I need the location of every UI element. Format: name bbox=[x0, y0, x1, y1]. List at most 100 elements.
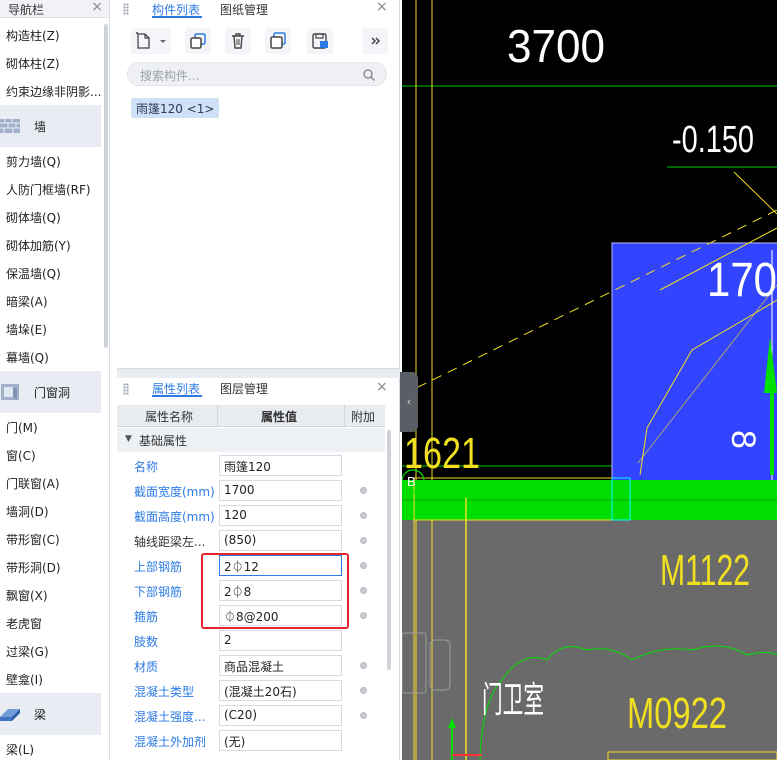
close-icon[interactable]: × bbox=[376, 0, 388, 15]
property-row: 轴线距梁左... (850) bbox=[117, 528, 385, 553]
search-input[interactable]: 搜索构件... bbox=[127, 62, 387, 86]
search-icon[interactable] bbox=[362, 68, 376, 82]
nav-item[interactable]: 墙垛(E) bbox=[6, 321, 106, 338]
new-component-button[interactable] bbox=[131, 28, 171, 54]
beam-icon bbox=[0, 709, 20, 721]
property-value-field[interactable]: (C20) bbox=[219, 705, 342, 726]
chevron-double-right-icon bbox=[371, 37, 381, 45]
property-value-field[interactable]: (混凝土20石) bbox=[219, 680, 342, 701]
drag-handle-icon[interactable] bbox=[123, 3, 129, 15]
layers-copy-icon bbox=[270, 32, 286, 49]
nav-item[interactable]: 保温墙(Q) bbox=[6, 265, 106, 282]
nav-scrollbar[interactable] bbox=[104, 24, 108, 348]
property-value: 1700 bbox=[224, 483, 255, 497]
property-value-field[interactable]: (无) bbox=[219, 730, 342, 751]
extra-checkbox[interactable] bbox=[360, 612, 367, 619]
door-label-m0922: M0922 bbox=[627, 689, 727, 738]
nav-item[interactable]: 砌体柱(Z) bbox=[6, 55, 106, 72]
nav-item[interactable]: 剪力墙(Q) bbox=[6, 153, 106, 170]
property-row: 混凝土强度... (C20) bbox=[117, 703, 385, 728]
nav-item[interactable]: 砌体加筋(Y) bbox=[6, 237, 106, 254]
extra-checkbox[interactable] bbox=[360, 487, 367, 494]
close-icon[interactable]: × bbox=[376, 379, 388, 395]
drawing-canvas[interactable]: 3700 -0.150 170 8 1621 B M1122 M0922 门卫室 bbox=[402, 0, 777, 760]
nav-category-beam[interactable]: 梁 bbox=[0, 693, 101, 735]
property-name: 肢数 bbox=[134, 635, 159, 649]
tab-property-list[interactable]: 属性列表 bbox=[152, 379, 202, 397]
nav-item[interactable]: 砌体墙(Q) bbox=[6, 209, 106, 226]
nav-item[interactable]: 梁(L) bbox=[6, 741, 106, 758]
component-panel: 构件列表 图纸管理 × 搜索构件... 雨篷120 <1> 属性列表 图层管理 … bbox=[117, 0, 400, 760]
property-value: 商品混凝土 bbox=[224, 660, 285, 674]
extra-checkbox[interactable] bbox=[360, 662, 367, 669]
collapse-triangle-icon[interactable]: ▼ bbox=[125, 434, 132, 444]
save-component-button[interactable] bbox=[307, 28, 333, 54]
dim-text-8: 8 bbox=[724, 430, 762, 449]
nav-item[interactable]: 门联窗(A) bbox=[6, 475, 106, 492]
search-placeholder: 搜索构件... bbox=[140, 69, 200, 83]
axis-label-b: B bbox=[407, 474, 416, 489]
extra-checkbox[interactable] bbox=[360, 562, 367, 569]
nav-item[interactable]: 人防门框墙(RF) bbox=[6, 181, 106, 198]
nav-item[interactable]: 飘窗(X) bbox=[6, 587, 106, 604]
property-row: 截面宽度(mm) 1700 bbox=[117, 478, 385, 503]
nav-item[interactable]: 墙洞(D) bbox=[6, 503, 106, 520]
extra-checkbox[interactable] bbox=[360, 512, 367, 519]
nav-item[interactable]: 幕墙(Q) bbox=[6, 349, 106, 366]
property-scrollbar[interactable] bbox=[387, 430, 391, 670]
dim-text-1621: 1621 bbox=[404, 429, 480, 478]
nav-item[interactable]: 带形洞(D) bbox=[6, 559, 106, 576]
drag-handle-icon[interactable] bbox=[123, 383, 129, 395]
extra-checkbox[interactable] bbox=[360, 587, 367, 594]
property-value-field[interactable]: (850) bbox=[219, 530, 342, 551]
room-label: 门卫室 bbox=[482, 680, 544, 721]
nav-category-door-window[interactable]: 门窗洞 bbox=[0, 371, 101, 413]
property-value-field[interactable]: 雨篷120 bbox=[219, 455, 342, 476]
delete-button[interactable] bbox=[225, 28, 251, 54]
nav-item[interactable]: 门(M) bbox=[6, 419, 106, 436]
property-row: 材质 商品混凝土 bbox=[117, 653, 385, 678]
property-value-field[interactable]: 商品混凝土 bbox=[219, 655, 342, 676]
copy-button[interactable] bbox=[185, 28, 211, 54]
wall-icon bbox=[0, 119, 20, 133]
property-value-field[interactable]: 1700 bbox=[219, 480, 342, 501]
extra-checkbox[interactable] bbox=[360, 537, 367, 544]
tab-drawing-management[interactable]: 图纸管理 bbox=[220, 0, 268, 18]
property-value: 2 bbox=[224, 633, 232, 647]
nav-item[interactable]: 过梁(G) bbox=[6, 643, 106, 660]
nav-category-label: 门窗洞 bbox=[34, 386, 71, 400]
tab-component-list[interactable]: 构件列表 bbox=[152, 0, 202, 18]
property-value: (混凝土20石) bbox=[224, 685, 297, 699]
trash-icon bbox=[232, 33, 244, 49]
component-list-item[interactable]: 雨篷120 <1> bbox=[131, 98, 220, 118]
property-row: 混凝土类型 (混凝土20石) bbox=[117, 678, 385, 703]
cad-drawing[interactable]: 3700 -0.150 170 8 1621 B M1122 M0922 门卫室 bbox=[402, 0, 777, 760]
property-group-basic[interactable]: ▼ 基础属性 bbox=[117, 428, 385, 452]
nav-item[interactable]: 带形窗(C) bbox=[6, 531, 106, 548]
property-name: 混凝土外加剂 bbox=[134, 735, 207, 749]
panel-splitter[interactable] bbox=[117, 368, 400, 378]
property-row: 截面高度(mm) 120 bbox=[117, 503, 385, 528]
collapse-panel-button[interactable]: ‹ bbox=[400, 372, 418, 432]
nav-title: 导航栏 bbox=[8, 3, 45, 17]
property-row: 名称 雨篷120 bbox=[117, 453, 385, 478]
property-value-field[interactable]: 2 bbox=[219, 630, 342, 651]
property-value-field[interactable]: 120 bbox=[219, 505, 342, 526]
extra-checkbox[interactable] bbox=[360, 712, 367, 719]
nav-item[interactable]: 暗梁(A) bbox=[6, 293, 106, 310]
nav-item[interactable]: 窗(C) bbox=[6, 447, 106, 464]
nav-item[interactable]: 老虎窗 bbox=[6, 615, 106, 632]
nav-category-wall[interactable]: 墙 bbox=[0, 105, 101, 147]
nav-item[interactable]: 壁龛(I) bbox=[6, 671, 106, 688]
copy-to-floor-button[interactable] bbox=[265, 28, 291, 54]
extra-checkbox[interactable] bbox=[360, 687, 367, 694]
save-icon bbox=[312, 33, 328, 49]
more-button[interactable] bbox=[362, 28, 388, 54]
property-value: (C20) bbox=[224, 708, 258, 722]
tab-layer-management[interactable]: 图层管理 bbox=[220, 379, 268, 397]
nav-category-label: 梁 bbox=[34, 708, 47, 722]
nav-item[interactable]: 构造柱(Z) bbox=[6, 27, 106, 44]
property-value: (无) bbox=[224, 735, 246, 749]
nav-item[interactable]: 约束边缘非阴影... bbox=[6, 83, 106, 100]
close-icon[interactable]: × bbox=[91, 0, 103, 15]
